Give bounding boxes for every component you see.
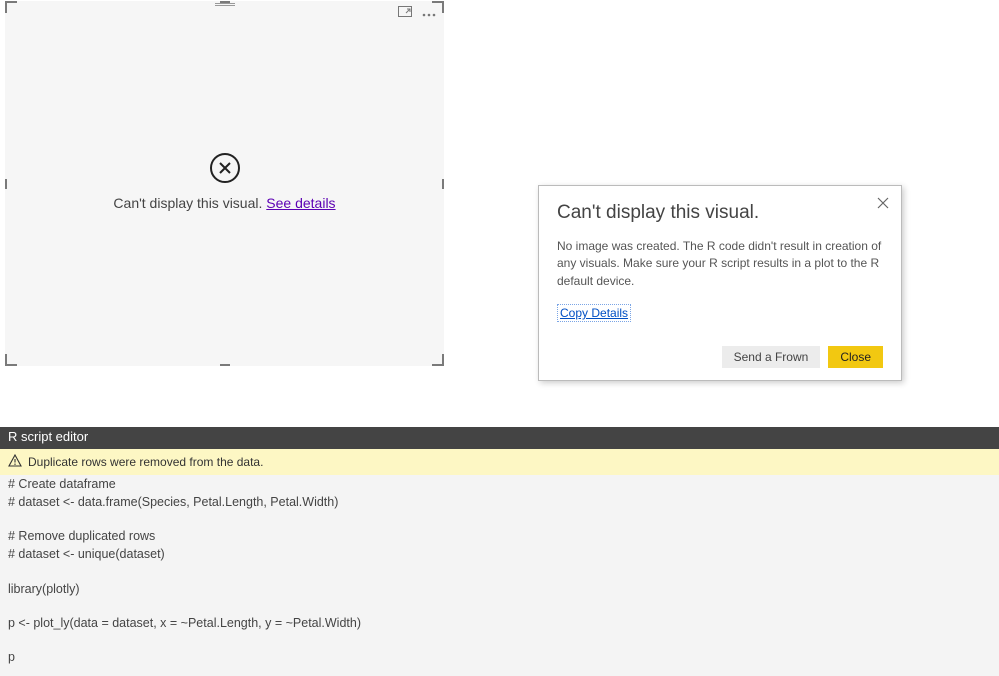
resize-handle[interactable]	[5, 1, 7, 13]
code-line: # dataset <- unique(dataset)	[8, 545, 991, 563]
error-dialog: Can't display this visual. No image was …	[538, 185, 902, 381]
warning-bar: Duplicate rows were removed from the dat…	[0, 449, 999, 475]
close-button[interactable]: Close	[828, 346, 883, 368]
code-line: library(plotly)	[8, 580, 991, 598]
drag-handle-icon[interactable]	[215, 3, 235, 7]
code-line: p <- plot_ly(data = dataset, x = ~Petal.…	[8, 614, 991, 632]
see-details-link[interactable]: See details	[266, 195, 335, 211]
warning-icon	[8, 454, 22, 470]
resize-handle[interactable]	[5, 354, 7, 366]
copy-details-link[interactable]: Copy Details	[557, 304, 631, 322]
code-editor[interactable]: # Create dataframe # dataset <- data.fra…	[0, 475, 999, 676]
error-message: Can't display this visual.	[113, 195, 266, 211]
visual-container[interactable]: Can't display this visual. See details	[5, 1, 444, 366]
dialog-body: No image was created. The R code didn't …	[557, 238, 883, 290]
editor-header: R script editor	[0, 427, 999, 449]
code-line: # dataset <- data.frame(Species, Petal.L…	[8, 493, 991, 511]
focus-mode-icon[interactable]	[398, 6, 412, 20]
warning-text: Duplicate rows were removed from the dat…	[28, 455, 263, 469]
more-options-icon[interactable]	[422, 6, 436, 20]
code-line: # Create dataframe	[8, 475, 991, 493]
visual-error: Can't display this visual. See details	[5, 153, 444, 211]
dialog-title: Can't display this visual.	[557, 202, 883, 224]
resize-handle[interactable]	[442, 354, 444, 366]
close-icon[interactable]	[877, 196, 889, 212]
error-icon	[210, 153, 240, 183]
code-line: # Remove duplicated rows	[8, 527, 991, 545]
editor-title: R script editor	[8, 429, 88, 444]
resize-handle[interactable]	[220, 364, 230, 366]
code-line: p	[8, 648, 991, 666]
send-frown-button[interactable]: Send a Frown	[722, 346, 821, 368]
resize-handle[interactable]	[442, 1, 444, 13]
